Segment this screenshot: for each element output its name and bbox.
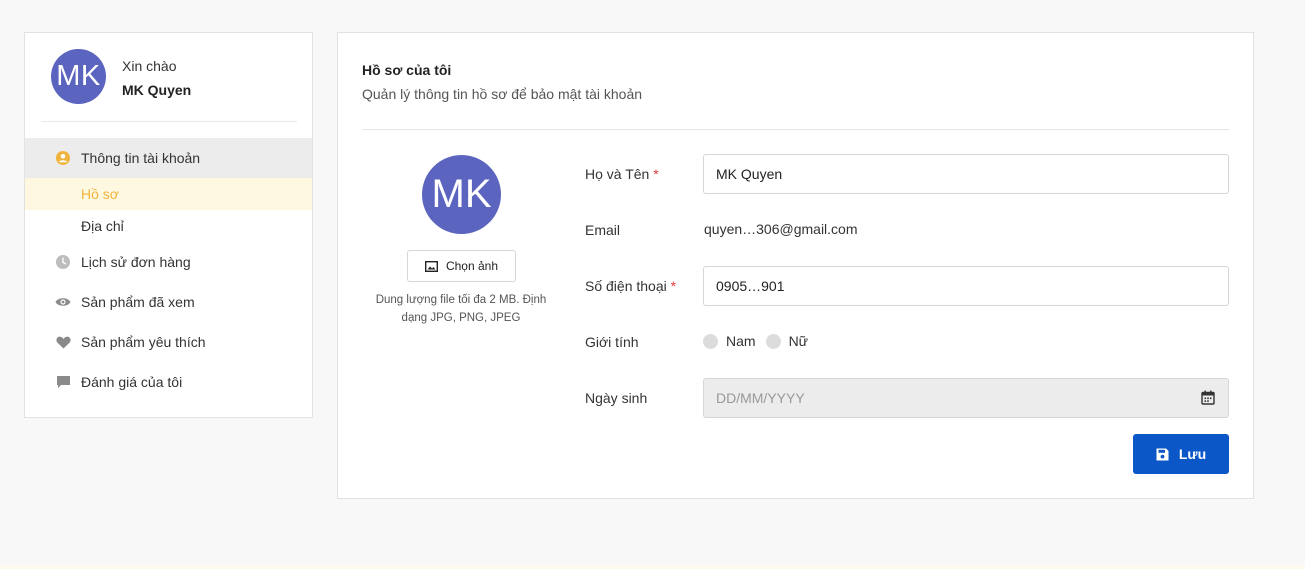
email-value: quyen…306@gmail.com bbox=[704, 221, 858, 237]
sidebar-subitem-address[interactable]: Địa chỉ bbox=[25, 210, 312, 242]
calendar-icon[interactable] bbox=[1201, 390, 1215, 405]
eye-icon bbox=[55, 294, 71, 310]
user-circle-icon bbox=[55, 150, 71, 166]
sidebar-item-reviews[interactable]: Đánh giá của tôi bbox=[25, 362, 312, 402]
profile-avatar: MK bbox=[422, 155, 501, 234]
account-menu: Thông tin tài khoản Hồ sơ Địa chỉ Lịch s… bbox=[25, 138, 312, 402]
radio-male[interactable] bbox=[703, 333, 718, 349]
clock-icon bbox=[55, 254, 71, 270]
sidebar-item-label: Đánh giá của tôi bbox=[81, 374, 183, 390]
divider bbox=[362, 129, 1229, 130]
gender-label: Giới tính bbox=[585, 334, 639, 350]
greeting-text: Xin chào bbox=[122, 58, 177, 74]
save-button[interactable]: Lưu bbox=[1133, 434, 1229, 474]
sidebar-item-favorites[interactable]: Sản phẩm yêu thích bbox=[25, 322, 312, 362]
sidebar-item-account[interactable]: Thông tin tài khoản bbox=[25, 138, 312, 178]
upload-hint: Dung lượng file tối đa 2 MB. Định dạng J… bbox=[375, 294, 547, 324]
gender-option-male[interactable]: Nam bbox=[703, 333, 756, 349]
name-label: Họ và Tên * bbox=[585, 166, 659, 182]
required-mark: * bbox=[653, 166, 659, 182]
dob-label: Ngày sinh bbox=[585, 390, 648, 406]
avatar: MK bbox=[51, 49, 106, 104]
email-label: Email bbox=[585, 222, 621, 238]
gender-male-label: Nam bbox=[726, 333, 756, 349]
page-footer-strip bbox=[0, 565, 1305, 569]
username-text: MK Quyen bbox=[122, 82, 192, 98]
gender-option-female[interactable]: Nữ bbox=[765, 333, 809, 349]
radio-female[interactable] bbox=[765, 333, 781, 349]
comment-icon bbox=[55, 374, 71, 390]
account-sidebar: MK Xin chào MK Quyen Thông tin tài khoản… bbox=[24, 32, 313, 418]
required-mark: * bbox=[670, 278, 677, 294]
user-summary: MK Xin chào MK Quyen bbox=[41, 33, 297, 122]
phone-label-text: Số điện thoại bbox=[585, 278, 667, 294]
page-title: Hồ sơ của tôi bbox=[362, 62, 452, 78]
page-subtitle: Quản lý thông tin hồ sơ để bảo mật tài k… bbox=[362, 86, 643, 102]
dob-field[interactable]: DD/MM/YYYY bbox=[703, 378, 1229, 418]
heart-icon bbox=[55, 334, 71, 350]
dob-placeholder[interactable]: DD/MM/YYYY bbox=[703, 378, 1229, 418]
sidebar-item-label: Thông tin tài khoản bbox=[81, 150, 201, 166]
save-label: Lưu bbox=[1178, 446, 1207, 462]
sidebar-subitem-profile[interactable]: Hồ sơ bbox=[25, 178, 312, 210]
choose-image-button[interactable]: Chọn ảnh bbox=[407, 250, 516, 282]
name-field[interactable] bbox=[703, 154, 1229, 194]
image-icon bbox=[424, 260, 438, 272]
sidebar-item-label: Sản phẩm yêu thích bbox=[81, 334, 206, 350]
sidebar-item-label: Lịch sử đơn hàng bbox=[81, 254, 191, 270]
choose-image-label: Chọn ảnh bbox=[445, 259, 499, 273]
phone-field[interactable] bbox=[703, 266, 1229, 306]
sidebar-item-orders[interactable]: Lịch sử đơn hàng bbox=[25, 242, 312, 282]
save-icon bbox=[1156, 448, 1169, 461]
sidebar-item-viewed[interactable]: Sản phẩm đã xem bbox=[25, 282, 312, 322]
sidebar-item-label: Sản phẩm đã xem bbox=[81, 294, 195, 310]
phone-label: Số điện thoại * bbox=[585, 278, 676, 294]
gender-radio-group: Nam Nữ bbox=[703, 333, 818, 349]
name-label-text: Họ và Tên bbox=[585, 166, 650, 182]
gender-female-label: Nữ bbox=[788, 333, 809, 349]
profile-card: Hồ sơ của tôi Quản lý thông tin hồ sơ để… bbox=[337, 32, 1254, 499]
